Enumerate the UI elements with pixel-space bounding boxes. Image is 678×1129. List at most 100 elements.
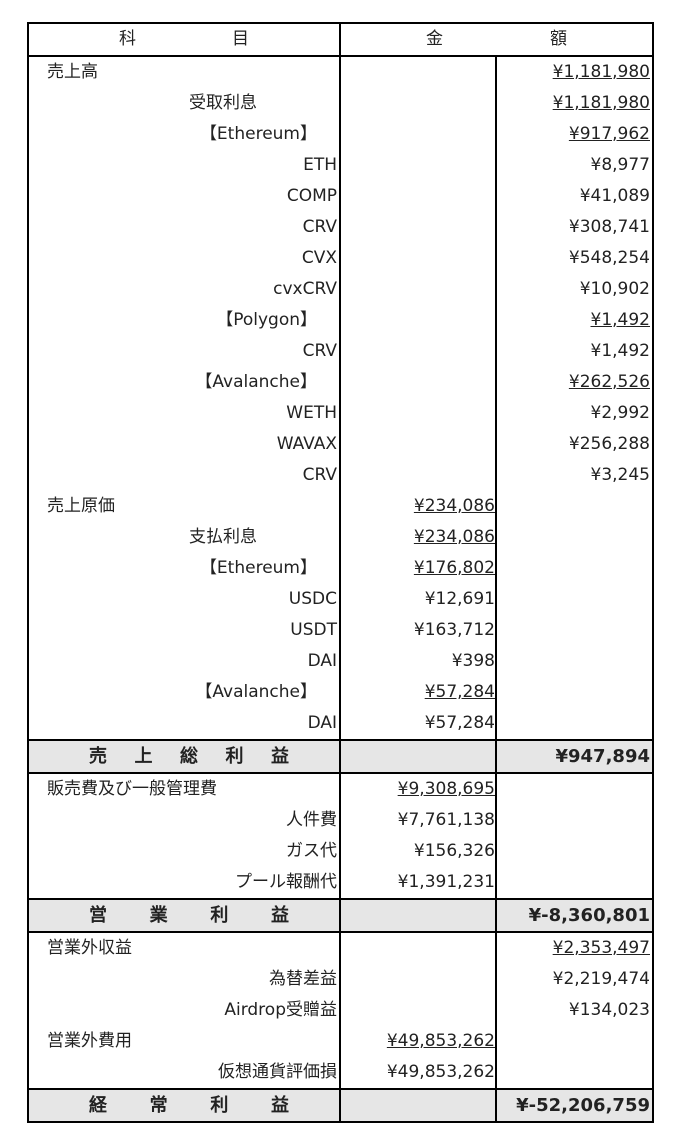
account-label: cvxCRV (28, 274, 341, 305)
amount-value: ¥1,181,980 (552, 62, 650, 82)
amount-total-cell: ¥1,181,980 (495, 56, 653, 88)
amount-detail-cell (340, 367, 496, 398)
amount-total-cell (495, 867, 653, 899)
gross-profit-row-label-char: 上 (134, 746, 153, 767)
account-label: 【Ethereum】 (28, 553, 341, 584)
amount-value: ¥2,353,497 (552, 938, 650, 958)
amount-total-cell: ¥262,526 (495, 367, 653, 398)
account-label: COMP (28, 181, 341, 212)
account-label: 受取利息 (28, 88, 341, 119)
amount-value: ¥3,245 (590, 465, 650, 485)
amount-total-cell (495, 836, 653, 867)
statement-row: 【Avalanche】 ¥57,284 (28, 677, 653, 708)
amount-detail-cell: ¥234,086 (340, 491, 496, 522)
amount-value: ¥1,391,231 (397, 872, 495, 892)
header-amount: 金 額 (339, 23, 653, 57)
ordinary-profit-row-label: 経常利益 (28, 1088, 341, 1123)
account-label: CRV (28, 212, 341, 243)
amount-value: ¥49,853,262 (386, 1062, 495, 1082)
amount-detail-cell: ¥1,391,231 (340, 867, 496, 899)
amount-value: ¥234,086 (413, 496, 495, 516)
operating-profit-row-label-char: 利 (210, 905, 229, 926)
statement-row: 為替差益 ¥2,219,474 (28, 964, 653, 995)
amount-value: ¥12,691 (424, 589, 495, 609)
amount-total-cell (495, 773, 653, 805)
statement-row: 【Avalanche】 ¥262,526 (28, 367, 653, 398)
amount-total-cell: ¥917,962 (495, 119, 653, 150)
account-label: WETH (28, 398, 341, 429)
header-account-char-1: 科 (119, 29, 136, 49)
amount-detail-cell: ¥156,326 (340, 836, 496, 867)
amount-value: ¥7,761,138 (397, 810, 495, 830)
amount-detail-cell (340, 898, 496, 933)
ordinary-profit-row: 経 常 利 益 ¥-52,206,759 (28, 1088, 653, 1123)
amount-value: ¥10,902 (579, 279, 650, 299)
amount-total-cell: ¥134,023 (495, 995, 653, 1026)
header-account-char-2: 目 (232, 29, 249, 49)
account-label: WAVAX (28, 429, 341, 460)
account-label: 営業外収益 (28, 932, 341, 964)
account-label: 営業外費用 (28, 1026, 341, 1057)
account-label: CVX (28, 243, 341, 274)
amount-total-cell (495, 805, 653, 836)
amount-total-cell: ¥3,245 (495, 460, 653, 491)
amount-detail-cell: ¥176,802 (340, 553, 496, 584)
amount-detail-cell: ¥163,712 (340, 615, 496, 646)
amount-total-cell: ¥308,741 (495, 212, 653, 243)
operating-profit-row-label: 営業利益 (28, 898, 341, 933)
amount-value: ¥2,219,474 (552, 969, 650, 989)
amount-detail-cell (340, 429, 496, 460)
statement-row: ガス代 ¥156,326 (28, 836, 653, 867)
amount-detail-cell (340, 932, 496, 964)
amount-total-cell: ¥10,902 (495, 274, 653, 305)
statement-row: WETH ¥2,992 (28, 398, 653, 429)
account-label: 【Avalanche】 (28, 677, 341, 708)
amount-value: ¥548,254 (568, 248, 650, 268)
account-label: 【Ethereum】 (28, 119, 341, 150)
amount-total-cell (495, 1057, 653, 1089)
amount-total-cell: ¥256,288 (495, 429, 653, 460)
amount-value: ¥57,284 (424, 682, 495, 702)
amount-detail-cell (340, 1088, 496, 1123)
amount-value: ¥1,181,980 (552, 93, 650, 113)
ordinary-profit-row-label-char: 益 (270, 1095, 289, 1116)
statement-row: ETH ¥8,977 (28, 150, 653, 181)
amount-value: ¥308,741 (568, 217, 650, 237)
statement-row: DAI ¥398 (28, 646, 653, 677)
gross-profit-row-amount: ¥947,894 (495, 739, 653, 774)
account-label: DAI (28, 708, 341, 740)
amount-total-cell (495, 522, 653, 553)
amount-total-cell: ¥2,219,474 (495, 964, 653, 995)
account-label: CRV (28, 336, 341, 367)
amount-value: ¥176,802 (413, 558, 495, 578)
statement-row: WAVAX ¥256,288 (28, 429, 653, 460)
statement-row: CRV ¥3,245 (28, 460, 653, 491)
account-label: USDT (28, 615, 341, 646)
account-label: 支払利息 (28, 522, 341, 553)
amount-value: ¥234,086 (413, 527, 495, 547)
amount-detail-cell: ¥12,691 (340, 584, 496, 615)
amount-detail-cell (340, 964, 496, 995)
gross-profit-row-label-char: 売 (89, 746, 107, 767)
account-label: 為替差益 (28, 964, 341, 995)
amount-value: ¥2,992 (590, 403, 650, 423)
statement-row: 【Ethereum】 ¥176,802 (28, 553, 653, 584)
account-label: USDC (28, 584, 341, 615)
account-label: CRV (28, 460, 341, 491)
amount-detail-cell (340, 274, 496, 305)
amount-detail-cell: ¥9,308,695 (340, 773, 496, 805)
operating-profit-row-amount: ¥-8,360,801 (495, 898, 653, 933)
ordinary-profit-row-amount: ¥-52,206,759 (495, 1088, 653, 1123)
amount-detail-cell: ¥398 (340, 646, 496, 677)
amount-detail-cell (340, 336, 496, 367)
account-label: ガス代 (28, 836, 341, 867)
account-label: 【Polygon】 (28, 305, 341, 336)
statement-row: プール報酬代 ¥1,391,231 (28, 867, 653, 899)
amount-value: ¥134,023 (568, 1000, 650, 1020)
amount-value: ¥8,977 (590, 155, 650, 175)
statement-row: 【Polygon】 ¥1,492 (28, 305, 653, 336)
amount-detail-cell (340, 150, 496, 181)
income-statement-table: 科 目 金 額 売上高 ¥1,181,980 受取利息 ¥1,181,980 【Ethe… (27, 22, 654, 1123)
statement-row: DAI ¥57,284 (28, 708, 653, 740)
amount-value: ¥9,308,695 (397, 779, 495, 799)
